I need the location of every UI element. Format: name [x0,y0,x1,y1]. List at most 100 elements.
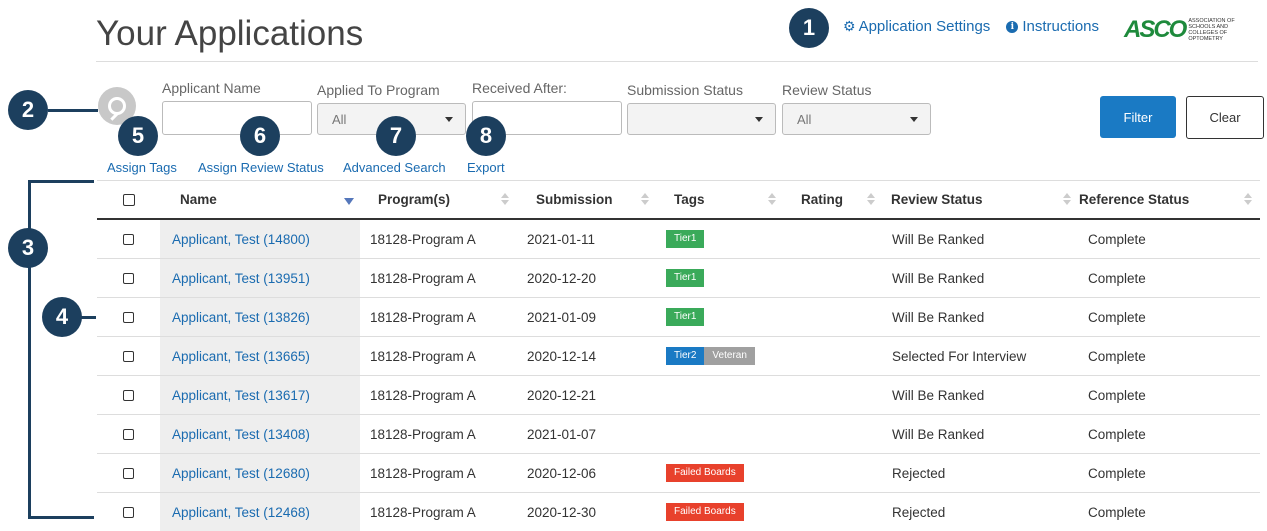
program-cell: 18128-Program A [370,465,476,481]
applicant-name-label: Applicant Name [162,80,261,96]
tags-cell [657,415,784,453]
row-checkbox[interactable] [123,428,134,440]
program-cell: 18128-Program A [370,426,476,442]
row-checkbox[interactable] [123,467,134,479]
review-status-cell: Will Be Ranked [892,309,985,325]
logo-text: Association of Schools and Colleges of O… [1188,18,1235,42]
table-row[interactable]: Applicant, Test (12468) 18128-Program A … [97,493,1260,531]
reference-status-cell: Complete [1088,348,1146,364]
received-after-label: Received After: [472,80,567,96]
clear-button[interactable]: Clear [1186,96,1264,139]
column-header-name[interactable]: Name [160,181,360,218]
submission-cell: 2021-01-07 [527,426,597,442]
program-cell: 18128-Program A [370,270,476,286]
column-header-tags[interactable]: Tags [657,181,784,218]
table-row[interactable]: Applicant, Test (13951) 18128-Program A … [97,259,1260,298]
row-checkbox[interactable] [123,350,134,362]
info-icon: i [1006,20,1019,33]
review-status-cell: Rejected [892,504,946,520]
name-cell: Applicant, Test (13826) [160,298,360,336]
tag-badge: Tier2 [666,347,705,365]
export-link[interactable]: Export [467,160,505,175]
reference-status-cell: Complete [1088,504,1146,520]
program-cell: 18128-Program A [370,348,476,364]
submission-status-select[interactable] [627,103,776,135]
applicant-name-link[interactable]: Applicant, Test (14800) [172,232,310,247]
tags-cell: Tier1 [657,259,784,297]
select-all-checkbox[interactable] [122,193,135,206]
column-header-label: Name [180,192,217,207]
column-header-label: Submission [536,192,613,207]
table-body: Applicant, Test (14800) 18128-Program A … [97,220,1260,531]
sort-desc-icon [344,198,354,205]
reference-status-cell: Complete [1088,309,1146,325]
row-checkbox[interactable] [123,389,134,401]
program-select-value: All [332,111,347,127]
name-cell: Applicant, Test (13665) [160,337,360,375]
tag-badge: Tier1 [666,230,705,248]
review-status-value: All [797,111,812,127]
applicant-name-link[interactable]: Applicant, Test (12468) [172,505,310,520]
column-header-review-status[interactable]: Review Status [883,181,1079,218]
column-header-programs[interactable]: Program(s) [360,181,517,218]
table-row[interactable]: Applicant, Test (13408) 18128-Program A … [97,415,1260,454]
rating-cell [784,376,883,414]
callout-line-2 [48,109,98,112]
review-status-label: Review Status [782,82,872,98]
table-row[interactable]: Applicant, Test (13826) 18128-Program A … [97,298,1260,337]
submission-cell: 2020-12-14 [527,348,597,364]
sort-icon [1244,193,1252,207]
name-cell: Applicant, Test (13408) [160,415,360,453]
assign-review-status-link[interactable]: Assign Review Status [198,160,324,175]
submission-cell: 2021-01-11 [527,231,596,247]
instructions-link[interactable]: i Instructions [1006,18,1099,35]
tag-badge: Failed Boards [666,464,744,482]
review-status-select[interactable]: All [782,103,931,135]
applicant-name-link[interactable]: Applicant, Test (13665) [172,349,310,364]
row-checkbox-cell [97,259,160,297]
table-row[interactable]: Applicant, Test (12680) 18128-Program A … [97,454,1260,493]
rating-cell [784,493,883,531]
row-checkbox-cell [97,454,160,492]
page-title: Your Applications [96,14,364,53]
row-checkbox[interactable] [123,311,134,323]
tag-badge: Veteran [704,347,755,365]
row-checkbox[interactable] [123,506,134,518]
column-header-reference-status[interactable]: Reference Status [1079,181,1260,218]
column-header-submission[interactable]: Submission [517,181,657,218]
column-header-label: Reference Status [1079,192,1190,207]
table-row[interactable]: Applicant, Test (13665) 18128-Program A … [97,337,1260,376]
submission-cell: 2020-12-06 [527,465,597,481]
callout-bracket-3-top [28,180,94,183]
sort-icon [641,193,649,207]
assign-tags-link[interactable]: Assign Tags [107,160,177,175]
sort-icon [867,193,875,207]
table-row[interactable]: Applicant, Test (13617) 18128-Program A … [97,376,1260,415]
application-settings-label: Application Settings [858,18,991,35]
applicant-name-link[interactable]: Applicant, Test (13408) [172,427,310,442]
header-checkbox-cell [97,181,160,218]
applicant-name-link[interactable]: Applicant, Test (12680) [172,466,310,481]
column-header-label: Tags [674,192,705,207]
review-status-cell: Rejected [892,465,946,481]
tags-cell: Tier1 [657,298,784,336]
submission-status-label: Submission Status [627,82,743,98]
callout-line-4 [80,316,96,319]
table-row[interactable]: Applicant, Test (14800) 18128-Program A … [97,220,1260,259]
applicant-name-link[interactable]: Applicant, Test (13826) [172,310,310,325]
row-checkbox[interactable] [123,272,134,284]
column-header-rating[interactable]: Rating [784,181,883,218]
submission-cell: 2020-12-21 [527,387,597,403]
applicant-name-link[interactable]: Applicant, Test (13951) [172,271,310,286]
review-status-cell: Selected For Interview [892,348,1027,364]
gear-icon: ⚙ [843,18,856,34]
advanced-search-link[interactable]: Advanced Search [343,160,446,175]
applicant-name-link[interactable]: Applicant, Test (13617) [172,388,310,403]
callout-marker-8: 8 [466,116,506,156]
program-cell: 18128-Program A [370,504,476,520]
row-checkbox[interactable] [123,233,134,245]
rating-cell [784,259,883,297]
application-settings-link[interactable]: ⚙ Application Settings [843,18,990,35]
applicant-name-input[interactable] [162,101,312,135]
filter-button[interactable]: Filter [1100,96,1176,138]
